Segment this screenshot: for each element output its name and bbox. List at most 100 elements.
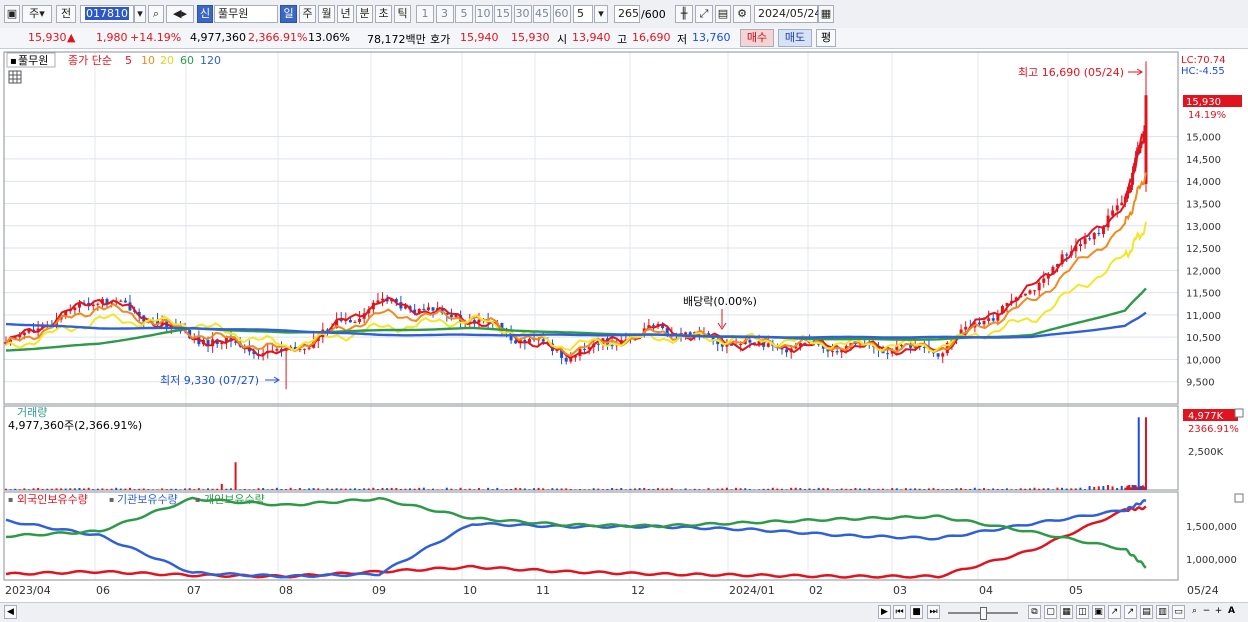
volume-bar xyxy=(611,487,614,490)
period-button-4[interactable]: 분 xyxy=(356,5,373,23)
volume-bar xyxy=(927,488,930,490)
stop-icon[interactable]: ■ xyxy=(910,605,923,619)
interval-button-60[interactable]: 60 xyxy=(552,5,571,23)
interval-input[interactable]: 5 xyxy=(573,5,593,23)
interval-button-30[interactable]: 30 xyxy=(513,5,532,23)
prev-button[interactable]: 전 xyxy=(56,5,76,23)
volume-bar xyxy=(450,488,453,490)
sound-icon[interactable]: ◀▸ xyxy=(166,5,194,23)
volume-bar xyxy=(794,487,797,490)
interval-button-1[interactable]: 1 xyxy=(416,5,434,23)
buy-button[interactable]: 매수 xyxy=(740,29,774,47)
volume-bar xyxy=(551,488,554,490)
volume-bar xyxy=(849,489,852,490)
high-label: 고 xyxy=(617,33,628,46)
volume-bar xyxy=(523,488,526,490)
volume-bar xyxy=(845,488,848,490)
interval-button-15[interactable]: 15 xyxy=(494,5,512,23)
volume-bar xyxy=(124,488,127,490)
tool-copy-icon[interactable]: ⧉ xyxy=(1028,605,1041,619)
price-ytick: 11,500 xyxy=(1186,289,1221,300)
tool-window-icon[interactable]: ▢ xyxy=(1044,605,1057,619)
candle-body xyxy=(564,357,568,362)
volume-bar xyxy=(340,488,343,490)
stock-code-input[interactable]: 017810 xyxy=(80,5,134,23)
code-dropdown-icon[interactable]: ▾ xyxy=(134,5,146,23)
tool-chart2-icon[interactable]: ▥ xyxy=(1156,605,1169,619)
candle-body xyxy=(431,307,435,311)
volume-bar xyxy=(881,488,884,490)
stock-name-field[interactable]: 풀무원 xyxy=(214,5,278,23)
volume-ytick: 2,500K xyxy=(1188,447,1224,458)
scroll-left-icon[interactable]: ◀ xyxy=(4,605,17,619)
volume-bar xyxy=(294,489,297,490)
interval-button-45[interactable]: 45 xyxy=(533,5,551,23)
calendar-icon[interactable]: ▦ xyxy=(818,5,834,23)
volume-bar xyxy=(1005,488,1008,490)
jump-start-icon[interactable]: ⏮ xyxy=(893,605,906,619)
volume-bar xyxy=(229,488,232,490)
date-input[interactable]: 2024/05/24 xyxy=(754,5,821,23)
scroll-right-icon[interactable]: ▶ xyxy=(878,605,891,619)
price-legend-title: 풀무원 xyxy=(18,54,48,67)
volume-bar xyxy=(698,489,701,490)
search-icon[interactable]: ⌕ xyxy=(148,5,164,23)
tool-split-icon[interactable]: ◫ xyxy=(1076,605,1089,619)
volume-bar xyxy=(969,489,972,490)
bottom-scrollbar[interactable]: ◀ ▶ ⏮ ■ ⏭ ⧉ ▢ ▦ ◫ ▣ ↗ ↗ ▤ ▥ ▭ ⌕ − + A xyxy=(0,602,1248,622)
x-tick-label: 06 xyxy=(96,584,110,597)
line-tool-icon[interactable]: ⤢ xyxy=(695,5,713,23)
zoom-in-icon[interactable]: + xyxy=(1212,605,1225,619)
new-badge: 신 xyxy=(197,5,213,23)
period-button-6[interactable]: 틱 xyxy=(394,5,411,23)
count-input[interactable]: 265 xyxy=(614,5,640,23)
volume-bar xyxy=(780,488,783,490)
period-button-3[interactable]: 년 xyxy=(337,5,354,23)
candle-body xyxy=(454,314,458,318)
save-icon[interactable]: ▤ xyxy=(715,5,731,23)
chart-area[interactable]: 9,500 10,000 10,500 11,000 11,500 12,000 12,50… xyxy=(0,49,1248,602)
volume-bar xyxy=(978,488,981,490)
tool-chart-icon[interactable]: ▤ xyxy=(1140,605,1153,619)
volume-bar xyxy=(193,489,196,490)
period-button-0[interactable]: 일 xyxy=(280,5,297,23)
volume-bar xyxy=(891,488,894,490)
interval-button-5[interactable]: 5 xyxy=(455,5,473,23)
candle-type-icon[interactable]: ╫ xyxy=(675,5,693,23)
volume-bar xyxy=(1137,417,1140,490)
auto-scale-icon[interactable]: A xyxy=(1225,605,1238,619)
holdings-legend-foreign: 외국인보유수량 xyxy=(17,493,88,506)
period-button-1[interactable]: 주 xyxy=(299,5,316,23)
interval-button-10[interactable]: 10 xyxy=(474,5,493,23)
evaluate-button[interactable]: 평 xyxy=(816,29,836,47)
volume-bar xyxy=(257,488,260,490)
tool-layout-icon[interactable]: ▦ xyxy=(1060,605,1073,619)
current-price: 15,930 xyxy=(28,31,67,44)
tool-screen-icon[interactable]: ▭ xyxy=(1172,605,1185,619)
volume-bar xyxy=(50,488,53,490)
interval-button-3[interactable]: 3 xyxy=(435,5,454,23)
volume-bar xyxy=(808,488,811,490)
tool-trend-icon[interactable]: ↗ xyxy=(1108,605,1121,619)
volume-bar xyxy=(128,487,131,490)
volume-bar xyxy=(555,488,558,490)
candle-body xyxy=(1023,293,1027,296)
volume-bar xyxy=(840,488,843,490)
chart-menu-icon[interactable]: ▣ xyxy=(4,5,20,23)
period-selector[interactable]: 주▾ xyxy=(22,5,52,23)
zoom-slider-handle[interactable] xyxy=(980,607,987,620)
candle-body xyxy=(275,349,279,351)
volume-bar xyxy=(473,489,476,490)
settings-gear-icon[interactable]: ⚙ xyxy=(733,5,751,23)
x-tick-label: 12 xyxy=(631,584,645,597)
sell-button[interactable]: 매도 xyxy=(778,29,812,47)
tool-trend2-icon[interactable]: ↗ xyxy=(1124,605,1137,619)
chart-svg[interactable]: 9,500 10,000 10,500 11,000 11,500 12,000 12,50… xyxy=(0,49,1248,602)
volume-bar xyxy=(510,488,513,490)
tool-frame-icon[interactable]: ▣ xyxy=(1092,605,1105,619)
period-button-5[interactable]: 초 xyxy=(375,5,392,23)
jump-end-icon[interactable]: ⏭ xyxy=(927,605,940,619)
period-button-2[interactable]: 월 xyxy=(318,5,335,23)
interval-dropdown-icon[interactable]: ▾ xyxy=(594,5,608,23)
volume-bar xyxy=(243,488,246,490)
